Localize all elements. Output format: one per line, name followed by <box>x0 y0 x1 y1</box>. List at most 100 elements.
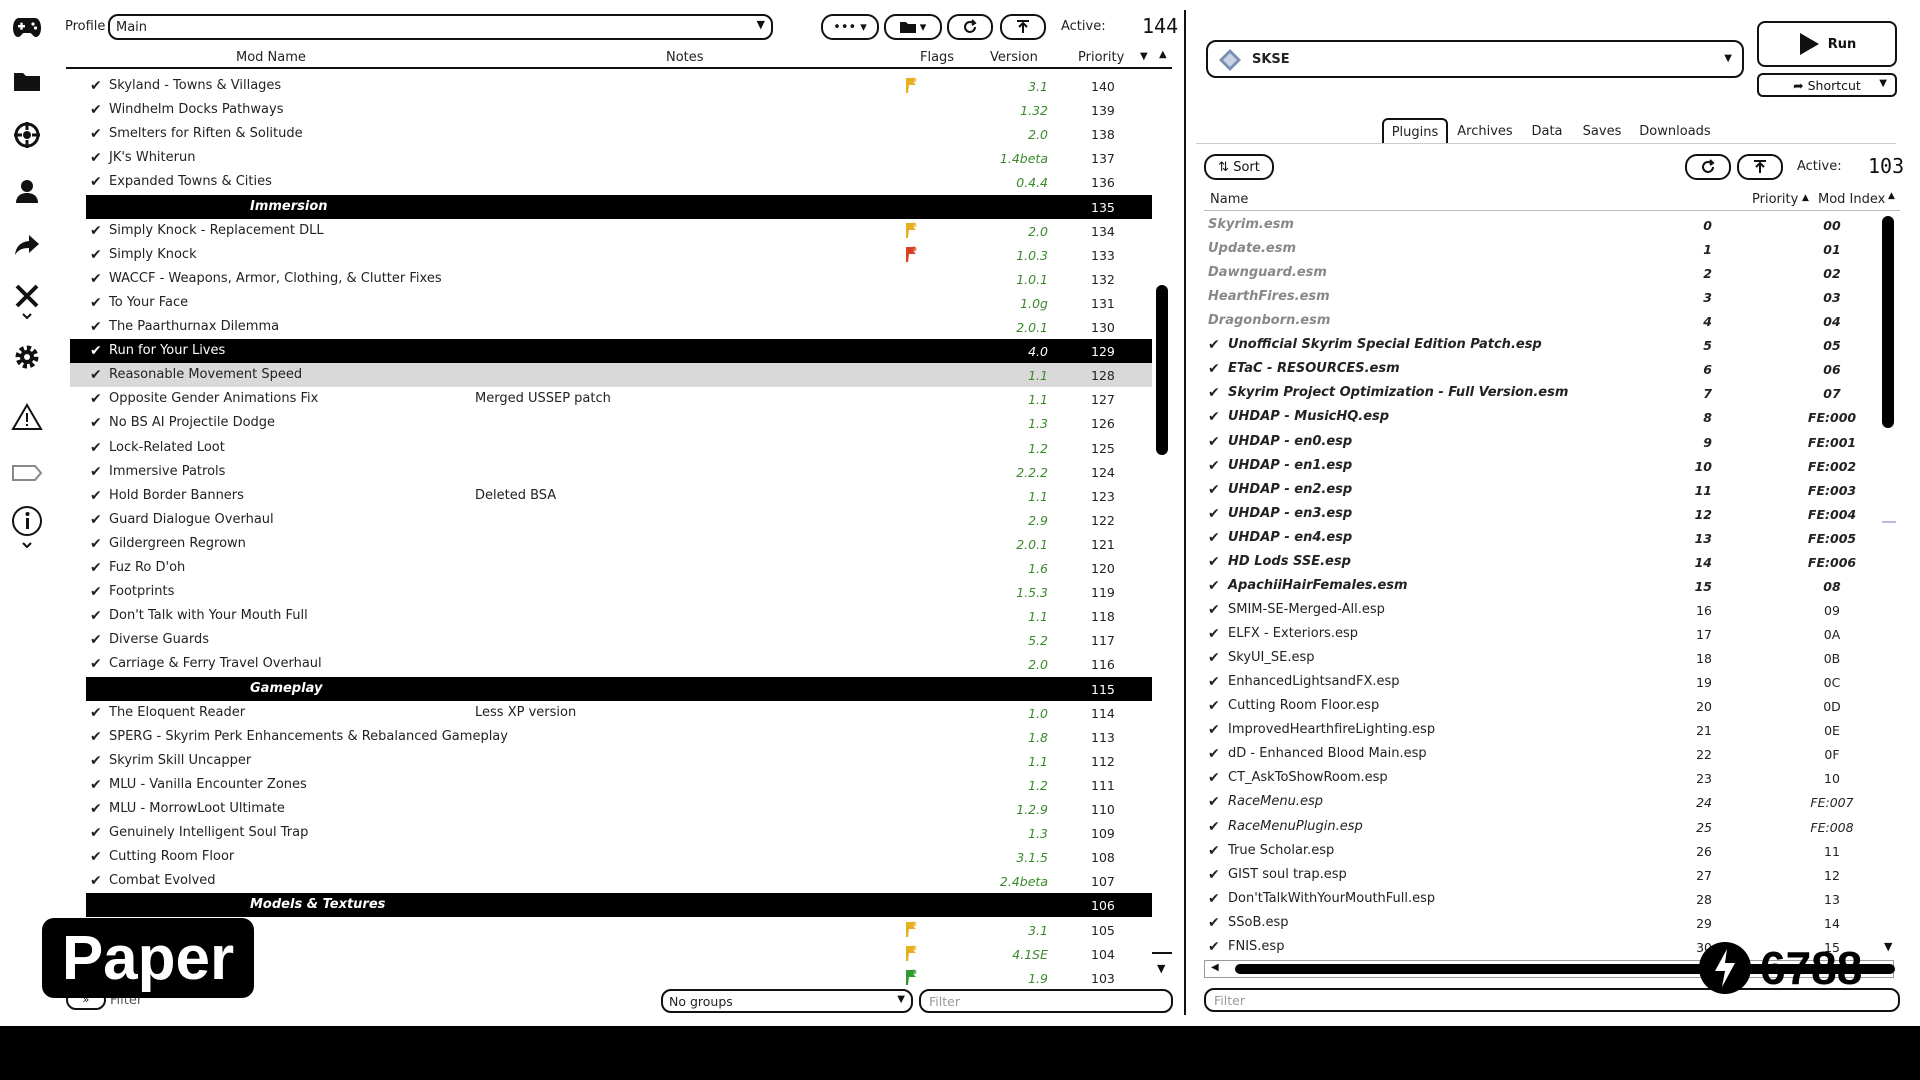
plugin-row[interactable]: ✔ Cutting Room Floor.esp 20 0D <box>1204 694 1884 718</box>
enabled-checkbox[interactable]: ✔ <box>90 271 102 287</box>
mod-row[interactable]: ✔ Run for Your Lives 4.0 129 <box>70 339 1152 364</box>
plugin-row[interactable]: ✔ True Scholar.esp 26 11 <box>1204 839 1884 863</box>
enabled-checkbox[interactable]: ✔ <box>90 656 102 672</box>
plugin-row[interactable]: ✔ SMIM-SE-Merged-All.esp 16 09 <box>1204 598 1884 622</box>
enabled-checkbox[interactable]: ✔ <box>90 126 102 142</box>
enabled-checkbox[interactable]: ✔ <box>90 464 102 480</box>
enabled-checkbox[interactable]: ✔ <box>90 825 102 841</box>
plugin-row[interactable]: ✔ Skyrim Project Optimization - Full Vers… <box>1204 381 1884 405</box>
enabled-checkbox[interactable]: ✔ <box>1208 674 1220 690</box>
share-icon[interactable] <box>10 228 44 262</box>
enabled-checkbox[interactable]: ✔ <box>90 223 102 239</box>
mod-row[interactable]: ✔ Gildergreen Regrown 2.0.1 121 <box>70 532 1152 556</box>
col-mod-index[interactable]: Mod Index <box>1818 192 1885 207</box>
plugin-row[interactable]: ✔ UHDAP - en4.esp 13 FE:005 <box>1204 526 1884 550</box>
mod-row[interactable]: ✔ The Paarthurnax Dilemma 2.0.1 130 <box>70 315 1152 339</box>
executable-select[interactable]: SKSE ▼ <box>1206 40 1744 78</box>
plugin-row[interactable]: ✔ SkyUI_SE.esp 18 0B <box>1204 646 1884 670</box>
shortcut-button[interactable]: ➦ Shortcut ▼ <box>1757 73 1897 97</box>
plugin-row[interactable]: ✔ CT_AskToShowRoom.esp 23 10 <box>1204 766 1884 790</box>
enabled-checkbox[interactable]: ✔ <box>1208 698 1220 714</box>
mod-row[interactable]: ✔ Footprints 1.5.3 119 <box>70 580 1152 604</box>
mod-row[interactable]: ✔ Skyland - Towns & Villages 3.1 140 <box>70 74 1152 98</box>
scroll-left-icon[interactable]: ◀ <box>1211 962 1219 973</box>
mod-row[interactable]: ✔ MLU - Vanilla Encounter Zones 1.2 111 <box>70 773 1152 797</box>
enabled-checkbox[interactable]: ✔ <box>1208 819 1220 835</box>
folder-icon[interactable] <box>10 64 44 98</box>
tab-archives[interactable]: Archives <box>1452 118 1518 144</box>
enabled-checkbox[interactable]: ✔ <box>90 560 102 576</box>
enabled-checkbox[interactable]: ✔ <box>90 488 102 504</box>
enabled-checkbox[interactable]: ✔ <box>1208 361 1220 377</box>
enabled-checkbox[interactable]: ✔ <box>90 102 102 118</box>
plugin-row[interactable]: ✔ Unofficial Skyrim Special Edition Patch… <box>1204 333 1884 357</box>
enabled-checkbox[interactable]: ✔ <box>90 391 102 407</box>
tab-downloads[interactable]: Downloads <box>1632 118 1718 144</box>
enabled-checkbox[interactable]: ✔ <box>1208 385 1220 401</box>
plugin-scrollbar-thumb[interactable] <box>1882 216 1894 428</box>
plugins-upload-button[interactable] <box>1737 154 1783 180</box>
plugin-row[interactable]: ✔ ETaC - RESOURCES.esm 6 06 <box>1204 357 1884 381</box>
mod-row[interactable]: ✔ Lock-Related Loot 1.2 125 <box>70 436 1152 460</box>
mod-separator[interactable]: Gameplay 115 <box>86 676 1152 701</box>
enabled-checkbox[interactable]: ✔ <box>1208 530 1220 546</box>
col-version[interactable]: Version <box>990 50 1038 65</box>
mod-row[interactable]: ✔ Windhelm Docks Pathways 1.32 139 <box>70 98 1152 122</box>
modlist-filter-input[interactable]: Filter <box>919 989 1173 1013</box>
mod-row[interactable]: ✔ Skyrim Skill Uncapper 1.1 112 <box>70 749 1152 773</box>
mod-row[interactable]: ✔ MLU - MorrowLoot Ultimate 1.2.9 110 <box>70 797 1152 821</box>
tab-data[interactable]: Data <box>1522 118 1572 144</box>
sort-button[interactable]: ⇅ Sort <box>1204 154 1274 180</box>
mod-separator[interactable]: Models & Textures 106 <box>86 893 1152 918</box>
enabled-checkbox[interactable]: ✔ <box>90 512 102 528</box>
col-flags[interactable]: Flags <box>920 50 954 65</box>
mod-row[interactable]: ✔ No BS AI Projectile Dodge 1.3 126 <box>70 411 1152 435</box>
mod-row[interactable]: ✔ The Eloquent Reader Less XP version 1.0 11… <box>70 701 1152 725</box>
plugin-row[interactable]: ✔ ELFX - Exteriors.esp 17 0A <box>1204 622 1884 646</box>
info-icon[interactable] <box>10 506 44 549</box>
mod-row[interactable]: ✔ WACCF - Weapons, Armor, Clothing, & Clu… <box>70 267 1152 291</box>
enabled-checkbox[interactable]: ✔ <box>1208 626 1220 642</box>
enabled-checkbox[interactable]: ✔ <box>90 536 102 552</box>
enabled-checkbox[interactable]: ✔ <box>1208 867 1220 883</box>
plugin-row[interactable]: ✔ HD Lods SSE.esp 14 FE:006 <box>1204 550 1884 574</box>
col-mod-name[interactable]: Mod Name <box>236 50 306 65</box>
plugin-row[interactable]: ✔ ApachiiHairFemales.esm 15 08 <box>1204 574 1884 598</box>
settings-gear-icon[interactable] <box>10 340 44 374</box>
enabled-checkbox[interactable]: ✔ <box>1208 939 1220 955</box>
enabled-checkbox[interactable]: ✔ <box>1208 650 1220 666</box>
enabled-checkbox[interactable]: ✔ <box>90 753 102 769</box>
enabled-checkbox[interactable]: ✔ <box>90 584 102 600</box>
modlist-scrollbar-thumb[interactable] <box>1156 285 1168 455</box>
enabled-checkbox[interactable]: ✔ <box>1208 915 1220 931</box>
tab-saves[interactable]: Saves <box>1576 118 1628 144</box>
mod-row[interactable]: ✔ Genuinely Intelligent Soul Trap 1.3 109 <box>70 821 1152 845</box>
plugin-row[interactable]: ✔ GIST soul trap.esp 27 12 <box>1204 863 1884 887</box>
enabled-checkbox[interactable]: ✔ <box>90 247 102 263</box>
enabled-checkbox[interactable]: ✔ <box>1208 746 1220 762</box>
mod-row[interactable]: ✔ Reasonable Movement Speed 1.1 128 <box>70 363 1152 388</box>
mod-row[interactable]: ✔ Simply Knock - Replacement DLL 2.0 134 <box>70 219 1152 243</box>
enabled-checkbox[interactable]: ✔ <box>90 78 102 94</box>
enabled-checkbox[interactable]: ✔ <box>90 632 102 648</box>
col-priority[interactable]: Priority <box>1752 192 1798 207</box>
enabled-checkbox[interactable]: ✔ <box>1208 337 1220 353</box>
enabled-checkbox[interactable]: ✔ <box>90 849 102 865</box>
plugin-row[interactable]: ✔ UHDAP - MusicHQ.esp 8 FE:000 <box>1204 405 1884 429</box>
enabled-checkbox[interactable]: ✔ <box>1208 434 1220 450</box>
enabled-checkbox[interactable]: ✔ <box>90 367 102 383</box>
plugin-row[interactable]: ✔ EnhancedLightsandFX.esp 19 0C <box>1204 670 1884 694</box>
enabled-checkbox[interactable]: ✔ <box>1208 794 1220 810</box>
plugin-row[interactable]: ✔ RaceMenu.esp 24 FE:007 <box>1204 790 1884 814</box>
pane-splitter[interactable] <box>1184 10 1186 1015</box>
enabled-checkbox[interactable]: ✔ <box>90 319 102 335</box>
mod-row[interactable]: ✔ Cutting Room Floor 3.1.5 108 <box>70 845 1152 869</box>
mod-row[interactable]: ✔ Guard Dialogue Overhaul 2.9 122 <box>70 508 1152 532</box>
enabled-checkbox[interactable]: ✔ <box>90 705 102 721</box>
enabled-checkbox[interactable]: ✔ <box>1208 554 1220 570</box>
mod-row[interactable]: ✔ SPERG - Skyrim Perk Enhancements & Reba… <box>70 725 1152 749</box>
enabled-checkbox[interactable]: ✔ <box>90 174 102 190</box>
mod-row[interactable]: ✔ Combat Evolved 2.4beta 107 <box>70 869 1152 893</box>
plugin-row[interactable]: ✔ dD - Enhanced Blood Main.esp 22 0F <box>1204 742 1884 766</box>
col-notes[interactable]: Notes <box>666 50 704 65</box>
